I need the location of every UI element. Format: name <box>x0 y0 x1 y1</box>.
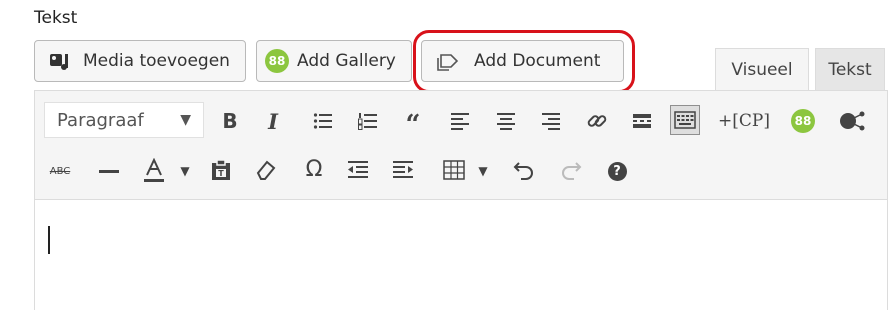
clear-format-button[interactable] <box>253 156 279 184</box>
undo-icon <box>513 162 533 180</box>
chevron-down-icon: ▼ <box>478 164 488 178</box>
add-gallery-button[interactable]: 88 Add Gallery <box>256 40 412 82</box>
highlight-ring <box>413 30 635 93</box>
indent-button[interactable] <box>390 156 416 184</box>
bullet-list-icon <box>313 113 332 129</box>
gallery-insert-icon: 88 <box>791 109 815 133</box>
read-more-button[interactable] <box>629 108 655 134</box>
tab-visual[interactable]: Visueel <box>715 48 809 90</box>
toolbar-toggle-icon <box>674 111 696 129</box>
media-icon <box>49 51 73 71</box>
toolbar-toggle-button[interactable] <box>670 105 700 135</box>
strikethrough-button[interactable]: ABC <box>46 160 74 182</box>
link-button[interactable] <box>584 108 610 134</box>
paste-text-button[interactable]: T <box>208 156 234 184</box>
numbered-list-icon <box>358 113 377 130</box>
special-char-icon: Ω <box>305 157 323 182</box>
add-media-button[interactable]: Media toevoegen <box>34 40 246 82</box>
numbered-list-button[interactable] <box>355 108 381 134</box>
share-icon <box>840 111 865 131</box>
gallery-icon: 88 <box>265 49 289 73</box>
horizontal-line-icon <box>99 169 119 173</box>
help-button[interactable]: ? <box>604 158 630 184</box>
strikethrough-icon: ABC <box>49 165 71 177</box>
bold-button[interactable]: B <box>218 108 242 134</box>
bold-icon: B <box>222 109 238 133</box>
redo-button[interactable] <box>557 156 585 184</box>
special-char-button[interactable]: Ω <box>300 156 328 184</box>
shortcode-icon: +[CP] <box>718 111 770 131</box>
add-media-label: Media toevoegen <box>83 51 230 71</box>
horizontal-line-button[interactable] <box>96 158 122 184</box>
chevron-down-icon: ▼ <box>180 112 191 128</box>
undo-button[interactable] <box>510 156 538 184</box>
align-right-button[interactable] <box>538 108 564 134</box>
tab-text[interactable]: Tekst <box>815 48 885 90</box>
italic-button[interactable]: I <box>262 108 284 134</box>
align-right-icon <box>542 113 560 130</box>
paste-text-icon: T <box>212 159 230 180</box>
table-button[interactable] <box>440 156 468 184</box>
section-title: Tekst <box>34 8 78 28</box>
gallery-insert-badge: 88 <box>794 114 812 128</box>
indent-icon <box>393 161 413 178</box>
align-center-icon <box>497 113 515 130</box>
format-select-value: Paragraaf <box>57 109 144 131</box>
help-glyph: ? <box>613 163 621 179</box>
shortcode-button[interactable]: +[CP] <box>716 108 772 134</box>
align-center-button[interactable] <box>493 108 519 134</box>
bullet-list-button[interactable] <box>310 108 336 134</box>
table-icon <box>443 160 465 180</box>
link-icon <box>587 115 607 127</box>
align-left-button[interactable] <box>447 108 473 134</box>
svg-text:T: T <box>218 169 224 178</box>
gallery-insert-button[interactable]: 88 <box>790 108 816 134</box>
add-gallery-label: Add Gallery <box>297 51 396 71</box>
share-button[interactable] <box>835 108 871 134</box>
editor-content-area[interactable] <box>34 200 888 310</box>
text-color-icon <box>144 158 164 182</box>
outdent-button[interactable] <box>345 156 371 184</box>
text-cursor <box>48 226 50 254</box>
read-more-icon <box>633 114 651 128</box>
text-color-dropdown[interactable]: ▼ <box>176 160 194 182</box>
format-select[interactable]: Paragraaf ▼ <box>44 102 204 138</box>
gallery-icon-badge: 88 <box>268 54 286 68</box>
text-color-button[interactable] <box>140 156 168 186</box>
clear-format-icon <box>256 160 276 180</box>
table-dropdown[interactable]: ▼ <box>475 160 491 182</box>
chevron-down-icon: ▼ <box>180 164 190 178</box>
blockquote-icon: “ <box>405 110 421 140</box>
outdent-icon <box>348 161 368 178</box>
align-left-icon <box>451 113 469 130</box>
blockquote-button[interactable]: “ <box>400 108 426 138</box>
help-icon: ? <box>607 161 627 181</box>
italic-icon: I <box>268 108 278 134</box>
redo-icon <box>562 162 582 180</box>
